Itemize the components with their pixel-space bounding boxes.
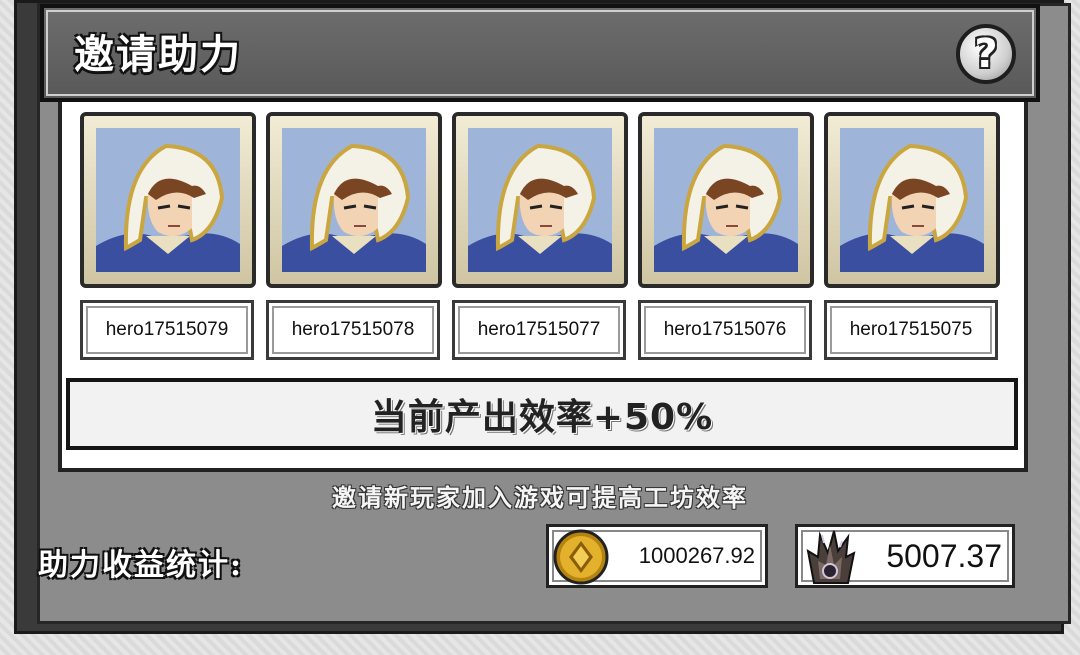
hero-card[interactable]: hero17515075 xyxy=(824,112,1000,362)
efficiency-text: 当前产出效率+50% xyxy=(370,397,714,438)
gold-stat-box: 1000267.92 xyxy=(546,524,768,588)
hooded-hero-portrait-icon xyxy=(840,128,984,272)
hooded-hero-portrait-icon xyxy=(96,128,240,272)
hero-card[interactable]: hero17515076 xyxy=(638,112,814,362)
panel-title: 邀请助力 xyxy=(74,31,242,78)
gold-value: 1000267.92 xyxy=(638,543,755,568)
hero-portrait xyxy=(266,112,442,288)
hero-name: hero17515077 xyxy=(452,300,626,360)
hero-portrait xyxy=(80,112,256,288)
help-button[interactable]: ? xyxy=(956,24,1016,84)
hooded-hero-portrait-icon xyxy=(654,128,798,272)
hooded-hero-portrait-icon xyxy=(468,128,612,272)
hero-name: hero17515076 xyxy=(638,300,812,360)
hero-name: hero17515079 xyxy=(80,300,254,360)
panel-header: 邀请助力 ? xyxy=(40,4,1040,102)
hero-portrait xyxy=(452,112,628,288)
question-mark-icon: ? xyxy=(974,31,998,77)
crystal-stat-box: 5007.37 xyxy=(795,524,1015,588)
crystal-value: 5007.37 xyxy=(886,537,1002,574)
crystal-icon xyxy=(806,530,856,584)
game-screen: 邀请助力 ? hero17515079 hero17515078 hero175… xyxy=(0,0,1080,655)
invite-content: hero17515079 hero17515078 hero17515077 h… xyxy=(58,102,1028,472)
hero-name: hero17515078 xyxy=(266,300,440,360)
hooded-hero-portrait-icon xyxy=(282,128,426,272)
hero-portrait xyxy=(824,112,1000,288)
invite-hint-text: 邀请新玩家加入游戏可提高工坊效率 xyxy=(332,483,748,512)
invited-heroes-list: hero17515079 hero17515078 hero17515077 h… xyxy=(80,112,1010,372)
hero-card[interactable]: hero17515079 xyxy=(80,112,256,362)
gold-coin-icon xyxy=(553,529,609,585)
hero-portrait xyxy=(638,112,814,288)
efficiency-banner: 当前产出效率+50% xyxy=(66,378,1018,450)
hero-card[interactable]: hero17515077 xyxy=(452,112,628,362)
hero-name: hero17515075 xyxy=(824,300,998,360)
stats-label: 助力收益统计: xyxy=(38,548,244,583)
hero-card[interactable]: hero17515078 xyxy=(266,112,442,362)
